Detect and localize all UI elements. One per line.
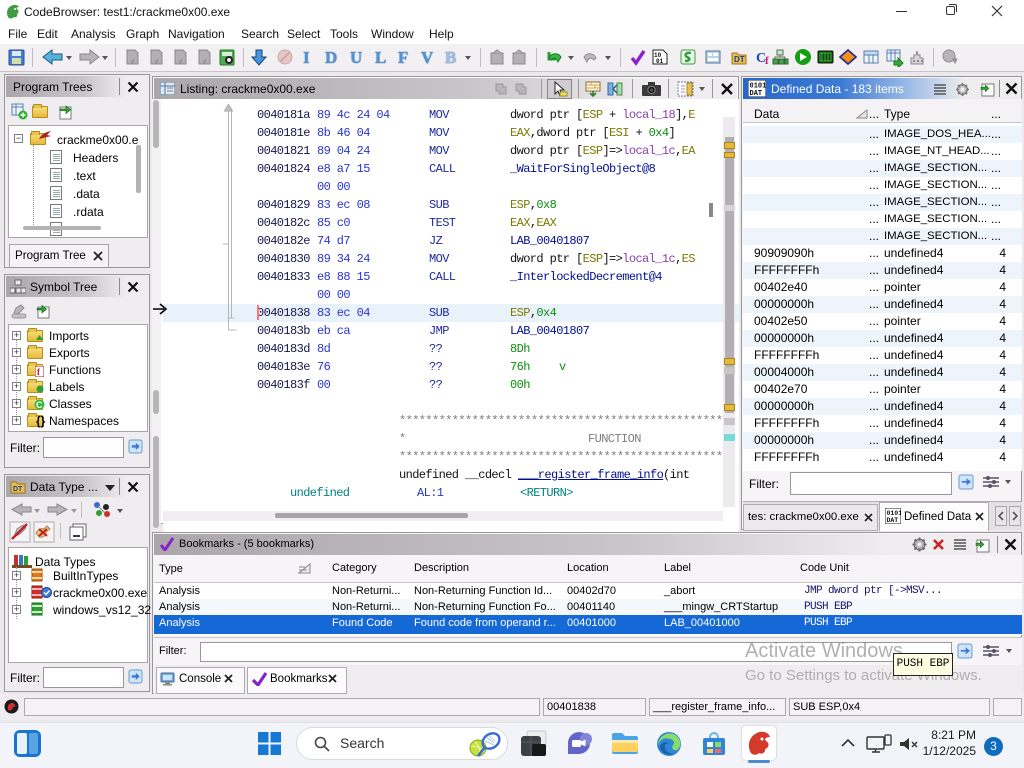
svg-text:01: 01	[656, 58, 664, 65]
svg-text:0101: 0101	[887, 510, 902, 517]
svg-text:DT: DT	[13, 486, 23, 493]
svg-text:DAT: DAT	[750, 90, 763, 97]
svg-text:f: f	[765, 55, 769, 67]
svg-text:DAT: DAT	[887, 517, 899, 524]
svg-text:DT: DT	[734, 55, 745, 64]
svg-text:C: C	[36, 400, 43, 410]
